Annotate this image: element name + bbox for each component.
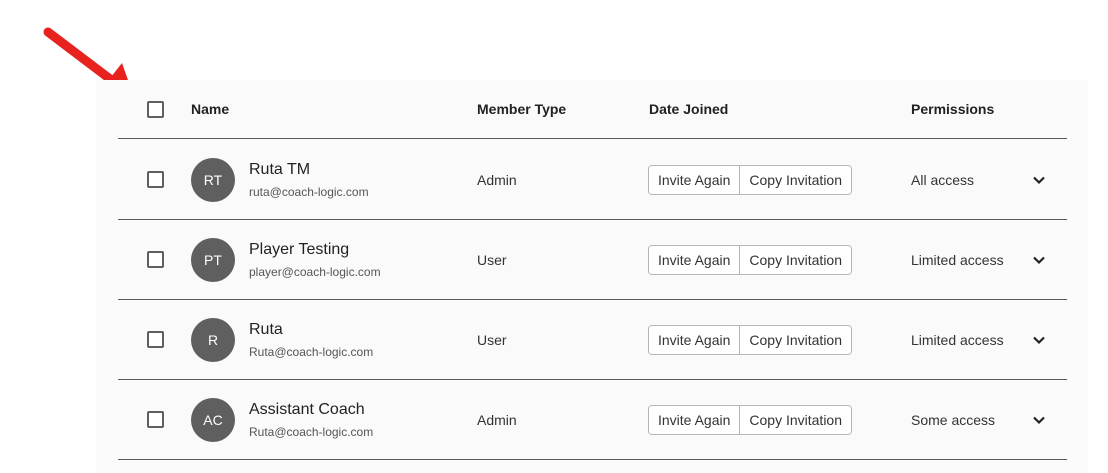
avatar-initials: R [207,331,219,348]
member-name: Ruta TM [249,161,311,178]
table-row: RT Ruta TM ruta@coach-logic.com Admin In… [118,140,1067,220]
row-checkbox[interactable] [147,171,164,188]
invite-again-button[interactable]: Invite Again [649,245,740,274]
avatar: R [191,317,235,362]
row-checkbox[interactable] [147,411,164,428]
table-row: R Ruta Ruta@coach-logic.com User Invite … [118,300,1067,380]
copy-invitation-button[interactable]: Copy Invitation [739,165,851,194]
row-checkbox[interactable] [147,331,164,348]
column-header-member-type[interactable]: Member Type [477,101,566,117]
chevron-down-icon[interactable] [1032,413,1046,427]
member-email: player@coach-logic.com [249,265,381,279]
invite-button-group: Invite Again Copy Invitation [648,164,852,195]
copy-invitation-button[interactable]: Copy Invitation [739,325,851,354]
invite-button-group: Invite Again Copy Invitation [648,244,852,275]
column-header-permissions[interactable]: Permissions [911,101,994,117]
permissions-value: All access [911,171,975,188]
permissions-value: Some access [911,411,996,428]
member-name: Ruta [249,321,283,338]
invite-button-group: Invite Again Copy Invitation [648,324,852,355]
member-type: User [477,251,507,268]
avatar-initials: RT [203,171,223,188]
column-header-name[interactable]: Name [191,101,229,117]
invite-again-button[interactable]: Invite Again [649,325,740,354]
chevron-down-icon[interactable] [1032,253,1046,267]
table-header: Name Member Type Date Joined Permissions [118,80,1067,139]
copy-invitation-button[interactable]: Copy Invitation [739,405,851,434]
avatar: AC [191,397,235,442]
chevron-down-icon[interactable] [1032,173,1046,187]
copy-invitation-button[interactable]: Copy Invitation [739,245,851,274]
member-type: User [477,331,507,348]
member-name: Assistant Coach [249,401,365,418]
permissions-value: Limited access [911,331,1004,348]
member-email: Ruta@coach-logic.com [249,425,374,439]
member-type: Admin [477,171,517,188]
chevron-down-icon[interactable] [1032,333,1046,347]
permissions-value: Limited access [911,251,1004,268]
avatar-initials: AC [203,411,223,428]
avatar: RT [191,157,235,202]
member-name: Player Testing [249,241,350,258]
column-header-date-joined[interactable]: Date Joined [649,101,728,117]
avatar: PT [191,237,235,282]
avatar-initials: PT [204,251,222,268]
members-table: Name Member Type Date Joined Permissions… [96,80,1088,473]
select-all-checkbox[interactable] [147,100,164,118]
member-type: Admin [477,411,517,428]
table-row: AC Assistant Coach Ruta@coach-logic.com … [118,380,1067,460]
invite-again-button[interactable]: Invite Again [649,405,740,434]
member-email: ruta@coach-logic.com [249,185,369,199]
member-email: Ruta@coach-logic.com [249,345,374,359]
table-row: PT Player Testing player@coach-logic.com… [118,220,1067,300]
invite-again-button[interactable]: Invite Again [649,165,740,194]
invite-button-group: Invite Again Copy Invitation [648,404,852,435]
row-checkbox[interactable] [147,251,164,268]
